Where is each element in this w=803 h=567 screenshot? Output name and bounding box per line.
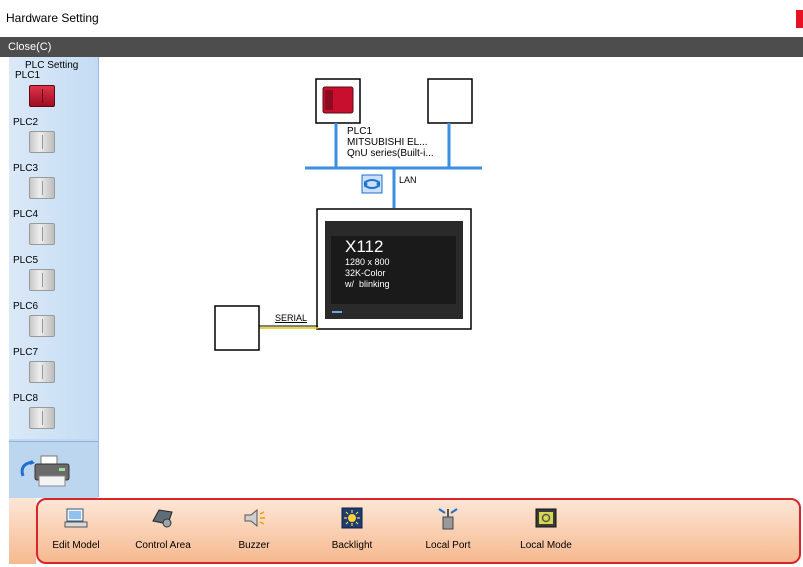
serial-device-slot[interactable] [214,305,260,351]
sidebar-item-plc5[interactable]: PLC5 [9,255,98,301]
window-title: Hardware Setting [6,11,99,25]
plc-red-icon [29,85,55,107]
local-mode-label: Local Mode [520,540,572,551]
plc-list: PLC Setting PLC1 PLC2 PLC3 PLC4 PLC5 PLC… [9,57,98,439]
sidebar-item-plc7[interactable]: PLC7 [9,347,98,393]
bottom-toolbar: Edit Model Control Area Buzzer Backlight… [36,498,801,564]
printer-button[interactable] [9,441,98,498]
plc-empty-icon [29,315,55,337]
backlight-icon [341,507,363,529]
plc-label: PLC7 [13,347,39,358]
sidebar-item-plc8[interactable]: PLC8 [9,393,98,439]
local-mode-icon [535,508,557,528]
plc-label: PLC6 [13,301,39,312]
plc-label: PLC4 [13,209,39,220]
local-port-button[interactable]: Local Port [418,506,478,558]
sidebar-item-plc4[interactable]: PLC4 [9,209,98,255]
buzzer-label: Buzzer [238,540,270,551]
plc-label: PLC2 [13,117,39,128]
hardware-diagram: PLC1 MITSUBISHI EL... QnU series(Built-i… [99,57,803,497]
sidebar-item-plc3[interactable]: PLC3 [9,163,98,209]
plc-label: PLC8 [13,393,39,404]
control-area-button[interactable]: Control Area [128,506,198,558]
window-close-button[interactable] [796,10,803,28]
buzzer-button[interactable]: Buzzer [224,506,284,558]
buzzer-icon [244,508,265,528]
menu-close-button[interactable]: Close(C) [8,41,51,53]
sidebar-item-plc6[interactable]: PLC6 [9,301,98,347]
plc-empty-icon [29,223,55,245]
edit-model-button[interactable]: Edit Model [46,506,106,558]
plc-empty-icon [29,269,55,291]
local-port-icon [438,508,458,530]
empty-device-slot[interactable] [427,78,473,124]
serial-label: SERIAL [275,313,308,323]
plc-sidebar: PLC Setting PLC1 PLC2 PLC3 PLC4 PLC5 PLC… [9,57,99,498]
hmi-resolution: 1280 x 800 [345,257,390,267]
lan-label: LAN [399,175,417,185]
edit-model-label: Edit Model [52,540,100,551]
printer-icon [20,455,70,487]
sidebar-item-plc1[interactable] [9,69,98,115]
plc-empty-icon [29,361,55,383]
menu-bar: Close(C) [0,37,803,57]
hmi-blink: w/ blinking [345,279,390,289]
control-area-label: Control Area [135,540,191,551]
toolbar-left-strip [9,498,36,564]
hmi-colors: 32K-Color [345,268,386,278]
plc-empty-icon [29,131,55,153]
backlight-button[interactable]: Backlight [322,506,382,558]
control-area-icon [152,509,173,528]
edit-model-icon [64,508,88,528]
hmi-model: X112 [345,237,384,256]
plc-empty-icon [29,177,55,199]
plc1-name: PLC1 [347,126,373,137]
backlight-label: Backlight [331,540,373,551]
sidebar-item-plc2[interactable]: PLC2 [9,117,98,163]
title-bar: Hardware Setting [0,0,803,38]
plc1-series: QnU series(Built-i... [347,148,434,159]
local-mode-button[interactable]: Local Mode [516,506,576,558]
plc1-maker: MITSUBISHI EL... [347,137,428,148]
plc-label: PLC3 [13,163,39,174]
hmi-device[interactable] [316,208,472,330]
plc-empty-icon [29,407,55,429]
lan-connector-icon[interactable] [361,174,383,194]
plc-label: PLC5 [13,255,39,266]
plc1-device[interactable] [315,78,361,124]
local-port-label: Local Port [425,540,471,551]
